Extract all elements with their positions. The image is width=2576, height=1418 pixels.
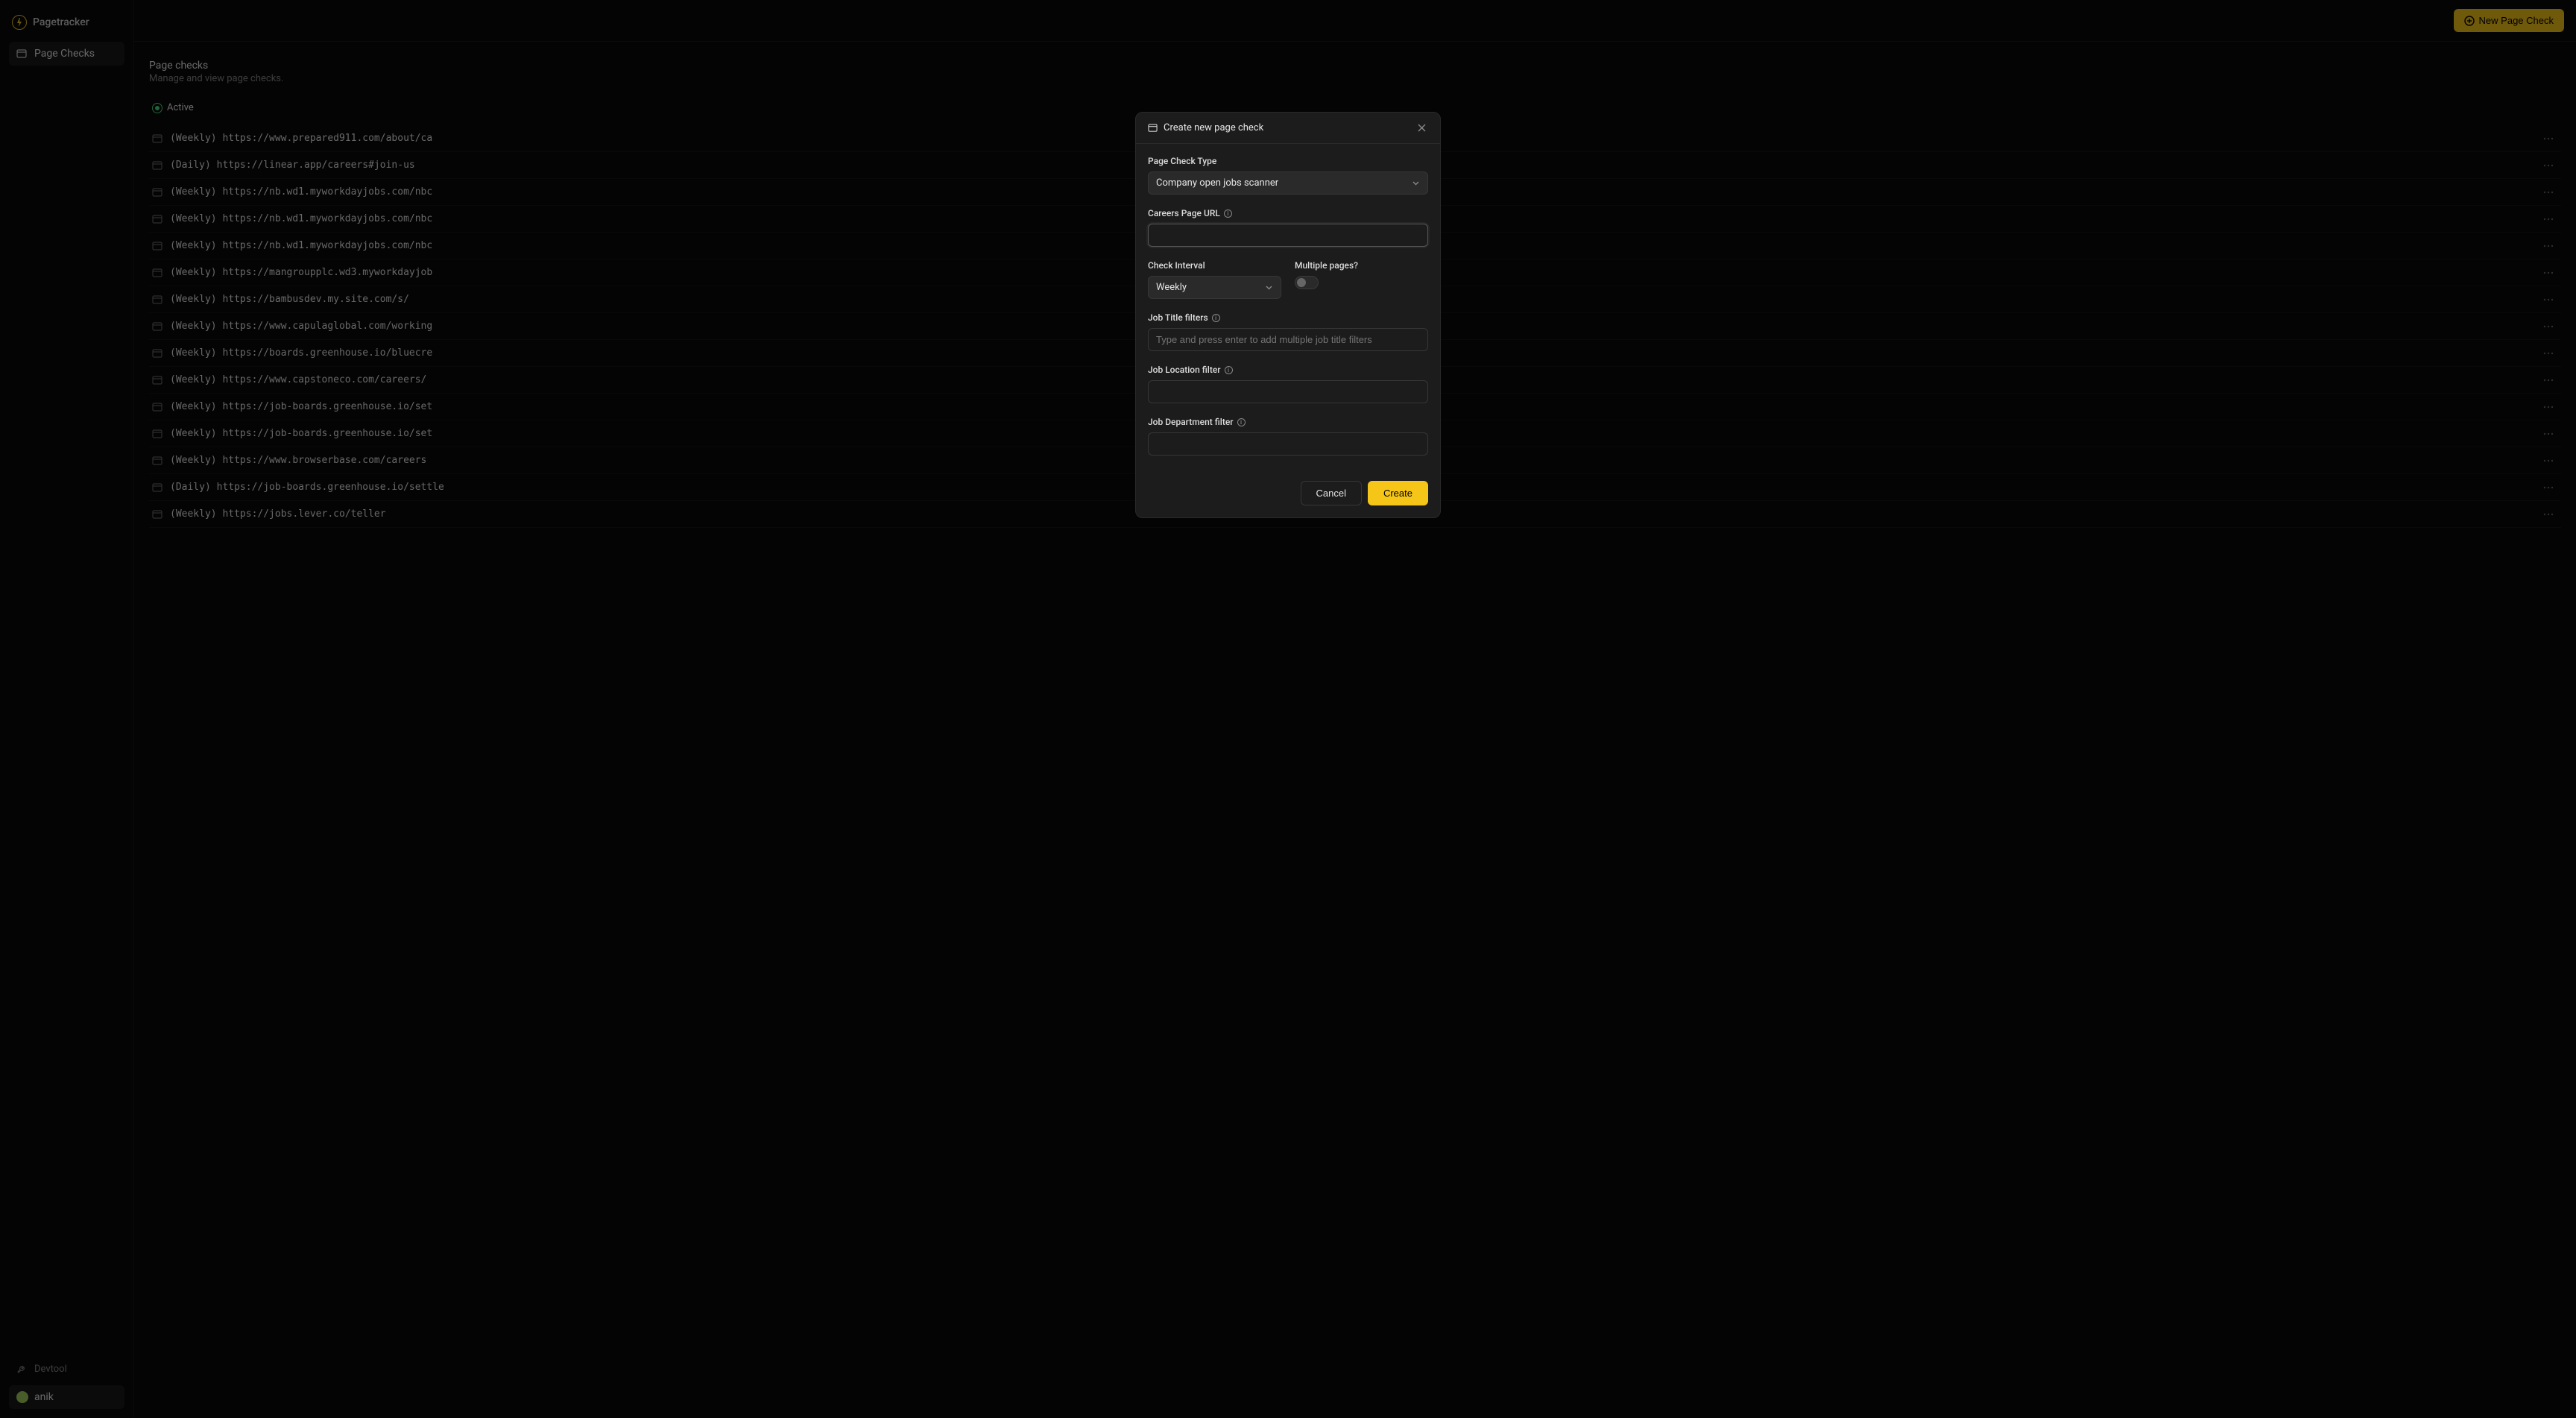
careers-url-input[interactable] [1148,224,1428,247]
label-careers-url: Careers Page URL i [1148,208,1428,218]
label-job-department-filter: Job Department filter i [1148,417,1428,427]
select-value: Company open jobs scanner [1156,177,1278,189]
modal-body: Page Check Type Company open jobs scanne… [1136,144,1440,481]
create-button[interactable]: Create [1368,481,1428,505]
label-job-title-filters: Job Title filters i [1148,312,1428,323]
browser-icon [1148,123,1158,133]
modal-footer: Cancel Create [1136,481,1440,517]
modal-title: Create new page check [1148,122,1415,133]
label-check-interval: Check Interval [1148,260,1281,271]
info-icon[interactable]: i [1212,314,1220,322]
modal-overlay[interactable]: Create new page check Page Check Type Co… [0,0,2576,1418]
job-department-filter-input[interactable] [1148,432,1428,456]
close-icon[interactable] [1415,122,1428,134]
info-icon[interactable]: i [1237,418,1246,426]
multiple-pages-toggle[interactable] [1295,276,1319,289]
job-location-filter-input[interactable] [1148,380,1428,403]
label-multiple-pages: Multiple pages? [1295,260,1428,271]
info-icon[interactable]: i [1224,209,1232,218]
modal-title-text: Create new page check [1164,122,1263,133]
info-icon[interactable]: i [1225,366,1233,374]
modal-header: Create new page check [1136,113,1440,144]
chevron-down-icon [1265,283,1273,292]
check-interval-select[interactable]: Weekly [1148,276,1281,299]
label-page-check-type: Page Check Type [1148,156,1428,166]
select-value: Weekly [1156,282,1187,293]
cancel-button[interactable]: Cancel [1301,481,1362,505]
label-job-location-filter: Job Location filter i [1148,365,1428,375]
create-page-check-modal: Create new page check Page Check Type Co… [1135,112,1441,518]
chevron-down-icon [1412,179,1420,187]
job-title-filters-input[interactable] [1148,328,1428,351]
page-check-type-select[interactable]: Company open jobs scanner [1148,171,1428,195]
